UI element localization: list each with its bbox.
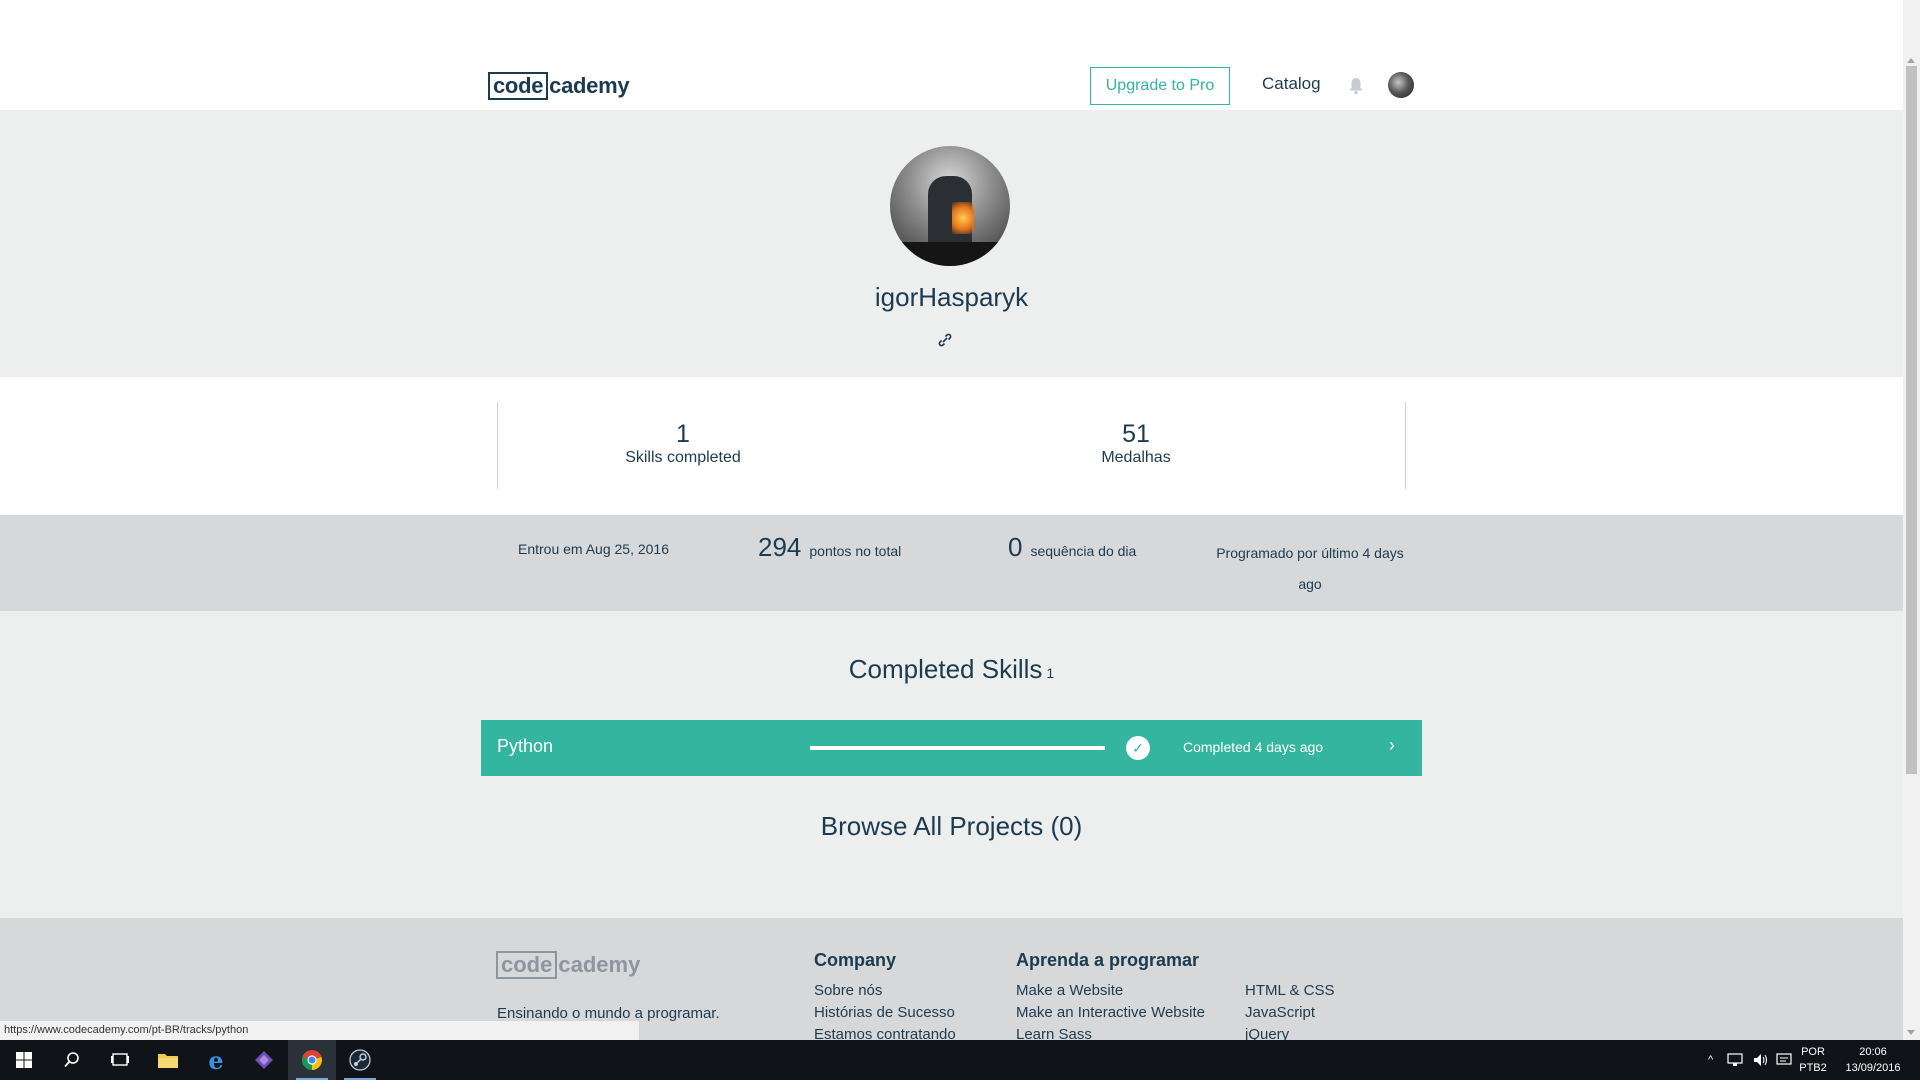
status-bar-url: https://www.codecademy.com/pt-BR/tracks/… xyxy=(0,1020,640,1040)
start-button[interactable] xyxy=(0,1040,48,1080)
footer-codecademy-logo[interactable]: code cademy xyxy=(496,951,640,979)
chrome-icon xyxy=(302,1050,322,1070)
completed-skills-title: Completed Skills xyxy=(848,654,1043,684)
task-view-button[interactable] xyxy=(96,1040,144,1080)
footer-link-interactive-website[interactable]: Make an Interactive Website xyxy=(1016,1004,1205,1021)
completed-skills-heading: Completed Skills 1 xyxy=(0,654,1903,685)
badges-label: Medalhas xyxy=(1101,449,1171,466)
skill-progress-fill xyxy=(810,746,1105,750)
day-streak-value: 0 xyxy=(1008,532,1023,562)
browser-viewport: code cademy Upgrade to Pro Catalog igorH… xyxy=(0,0,1903,1040)
codecademy-logo[interactable]: code cademy xyxy=(488,72,630,100)
completed-skills-count: 1 xyxy=(1046,665,1055,681)
profile-info-band: Entrou em Aug 25, 2016 294 pontos no tot… xyxy=(0,515,1903,611)
day-streak: 0 sequência do dia xyxy=(1008,532,1136,563)
taskbar-steam[interactable] xyxy=(336,1040,384,1080)
action-center-icon[interactable] xyxy=(1776,1052,1792,1068)
task-view-icon xyxy=(111,1053,129,1066)
footer-company-heading: Company xyxy=(814,950,897,970)
logo-cademy-part: cademy xyxy=(549,73,630,98)
joined-date: Entrou em Aug 25, 2016 xyxy=(518,541,669,557)
skills-completed-value: 1 xyxy=(676,420,690,448)
clock-time: 20:06 xyxy=(1859,1046,1887,1058)
skill-status: Completed 4 days ago xyxy=(1183,739,1324,755)
upgrade-to-pro-button[interactable]: Upgrade to Pro xyxy=(1090,67,1230,105)
taskbar-file-explorer[interactable] xyxy=(144,1040,192,1080)
folder-icon xyxy=(158,1054,178,1068)
day-streak-label: sequência do dia xyxy=(1030,543,1137,559)
search-button[interactable] xyxy=(48,1040,96,1080)
skills-completed-stat: 1 Skills completed xyxy=(563,420,803,468)
taskbar-chrome[interactable] xyxy=(288,1040,336,1080)
input-language[interactable]: POR PTB2 xyxy=(1796,1044,1830,1076)
footer-link-learn-sass[interactable]: Learn Sass xyxy=(1016,1026,1092,1040)
windows-taskbar: e ^ POR PTB2 20:06 13/09/2016 xyxy=(0,1040,1920,1080)
footer-link-hiring[interactable]: Estamos contratando xyxy=(814,1026,956,1040)
taskbar-visual-studio[interactable] xyxy=(240,1040,288,1080)
page-scrollbar[interactable] xyxy=(1903,0,1920,1040)
taskbar-edge[interactable]: e xyxy=(192,1040,240,1080)
steam-icon xyxy=(349,1049,371,1071)
logo-code-part: code xyxy=(488,72,549,100)
profile-avatar xyxy=(890,146,1010,266)
skill-row-python[interactable]: Python ✓ Completed 4 days ago › xyxy=(481,720,1422,776)
input-language-line2: PTB2 xyxy=(1799,1062,1827,1074)
chevron-right-icon[interactable]: › xyxy=(1389,735,1395,756)
catalog-link[interactable]: Catalog xyxy=(1262,74,1321,94)
check-icon: ✓ xyxy=(1126,736,1150,760)
user-avatar-menu[interactable] xyxy=(1388,72,1414,98)
network-icon[interactable] xyxy=(1726,1052,1744,1068)
main-content: Completed Skills 1 Python ✓ Completed 4 d… xyxy=(0,611,1903,918)
avatar-ground xyxy=(890,242,1010,266)
browse-all-projects-link[interactable]: Browse All Projects (0) xyxy=(0,811,1903,842)
footer-logo-cademy-part: cademy xyxy=(558,952,641,977)
skills-completed-label: Skills completed xyxy=(625,449,741,466)
footer-link-jquery[interactable]: jQuery xyxy=(1245,1026,1289,1040)
volume-icon[interactable] xyxy=(1752,1052,1770,1068)
profile-stats: 1 Skills completed 51 Medalhas xyxy=(0,377,1903,515)
footer-logo-code-part: code xyxy=(496,951,558,979)
clock-date: 13/09/2016 xyxy=(1845,1062,1901,1074)
skill-name: Python xyxy=(497,736,554,756)
profile-username: igorHasparyk xyxy=(874,282,1029,312)
windows-logo-icon xyxy=(16,1052,32,1068)
footer-link-javascript[interactable]: JavaScript xyxy=(1245,1004,1315,1021)
last-coded: Programado por último 4 days ago xyxy=(1210,537,1410,600)
visual-studio-icon xyxy=(255,1051,273,1069)
last-coded-line2: ago xyxy=(1298,576,1322,592)
total-points: 294 pontos no total xyxy=(758,532,901,563)
footer-link-about[interactable]: Sobre nós xyxy=(814,982,882,999)
footer-learn-heading: Aprenda a programar xyxy=(1016,950,1200,970)
tray-chevron-up-icon[interactable]: ^ xyxy=(1708,1040,1713,1080)
stats-box: 1 Skills completed 51 Medalhas xyxy=(497,402,1406,489)
edge-icon: e xyxy=(208,1045,224,1075)
avatar-fire xyxy=(952,202,974,234)
footer-link-make-website[interactable]: Make a Website xyxy=(1016,982,1123,999)
scroll-down-arrow-icon[interactable] xyxy=(1907,1030,1915,1035)
last-coded-line1: Programado por último 4 days xyxy=(1216,545,1404,561)
search-icon xyxy=(64,1052,79,1068)
scrollbar-thumb[interactable] xyxy=(1906,66,1917,774)
footer-link-success-stories[interactable]: Histórias de Sucesso xyxy=(814,1004,955,1021)
profile-hero: igorHasparyk xyxy=(0,110,1903,377)
skill-progress-bar xyxy=(810,746,1105,750)
badges-stat: 51 Medalhas xyxy=(1016,420,1256,468)
notifications-bell-icon[interactable] xyxy=(1348,77,1364,95)
footer-link-html-css[interactable]: HTML & CSS xyxy=(1245,982,1334,999)
total-points-value: 294 xyxy=(758,532,802,562)
total-points-label: pontos no total xyxy=(809,543,902,559)
link-icon[interactable] xyxy=(937,332,953,348)
site-header: code cademy Upgrade to Pro Catalog xyxy=(0,0,1903,110)
badges-value: 51 xyxy=(1122,420,1150,448)
input-language-line1: POR xyxy=(1801,1046,1825,1058)
clock[interactable]: 20:06 13/09/2016 xyxy=(1830,1044,1916,1076)
scroll-up-arrow-icon[interactable] xyxy=(1907,58,1915,63)
